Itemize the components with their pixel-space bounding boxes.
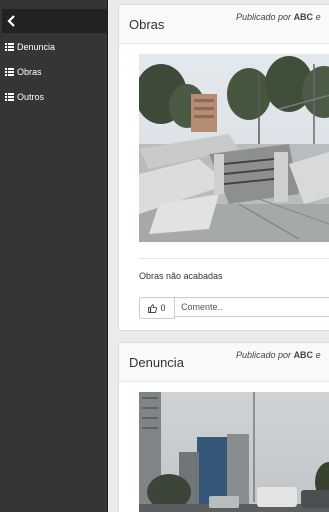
post-card: Obras Publicado por ABC e Obras não acab… bbox=[118, 4, 329, 331]
sidebar-item-label: Outros bbox=[17, 92, 45, 102]
post-meta-prefix: Publicado por bbox=[236, 12, 292, 22]
sidebar-item-label: Obras bbox=[17, 67, 42, 77]
post-actions: 0 bbox=[139, 297, 329, 319]
post-title: Denuncia bbox=[129, 355, 184, 370]
list-icon bbox=[5, 68, 14, 76]
comment-input[interactable] bbox=[175, 297, 329, 317]
post-author[interactable]: ABC bbox=[294, 12, 314, 22]
like-count: 0 bbox=[160, 303, 166, 313]
post-photo[interactable] bbox=[139, 54, 329, 242]
list-icon bbox=[5, 93, 14, 101]
post-header: Obras Publicado por ABC e bbox=[119, 5, 329, 44]
post-meta: Publicado por ABC e bbox=[236, 12, 321, 22]
sidebar-item-outros[interactable]: Outros bbox=[5, 89, 44, 105]
sidebar-item-denuncia[interactable]: Denuncia bbox=[5, 39, 55, 55]
divider bbox=[139, 258, 329, 259]
sidebar-item-label: Denuncia bbox=[17, 42, 56, 52]
list-icon bbox=[5, 43, 14, 51]
chevron-left-icon[interactable] bbox=[6, 12, 22, 30]
post-meta: Publicado por ABC e bbox=[236, 350, 321, 360]
like-button[interactable]: 0 bbox=[139, 297, 175, 319]
post-card: Denuncia Publicado por ABC e bbox=[118, 342, 329, 512]
sidebar-item-obras[interactable]: Obras bbox=[5, 64, 42, 80]
thumbs-up-icon bbox=[148, 303, 158, 313]
post-caption: Obras não acabadas bbox=[139, 271, 223, 281]
post-meta-suffix: e bbox=[315, 350, 321, 360]
sidebar: Denuncia Obras Outros bbox=[0, 0, 108, 512]
post-title: Obras bbox=[129, 17, 165, 32]
post-author[interactable]: ABC bbox=[294, 350, 314, 360]
post-photo[interactable] bbox=[139, 392, 329, 512]
post-feed: Obras Publicado por ABC e Obras não acab… bbox=[108, 0, 329, 512]
post-meta-suffix: e bbox=[315, 12, 321, 22]
post-header: Denuncia Publicado por ABC e bbox=[119, 343, 329, 382]
post-meta-prefix: Publicado por bbox=[236, 350, 292, 360]
sidebar-header bbox=[2, 9, 107, 33]
